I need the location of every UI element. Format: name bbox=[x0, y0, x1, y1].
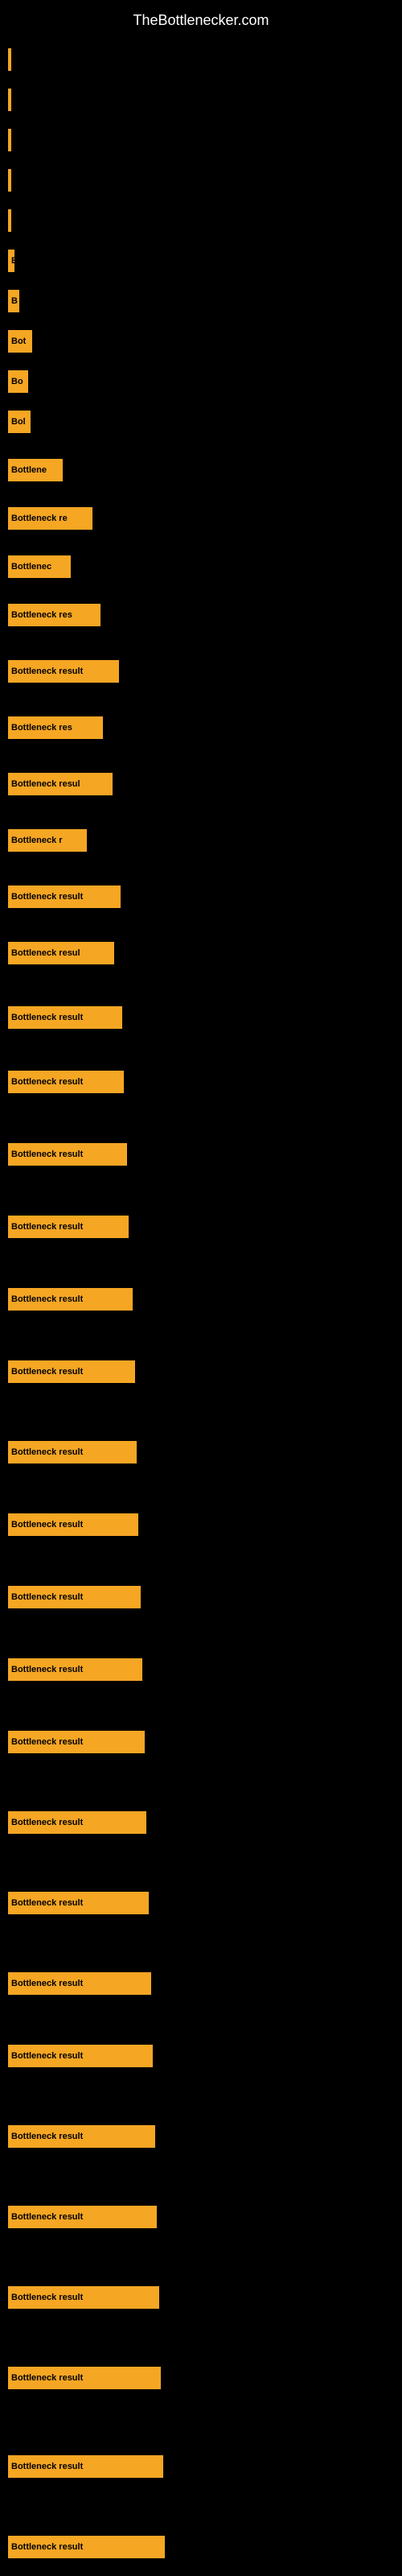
bottleneck-bar: Bottleneck result bbox=[8, 2206, 157, 2228]
bottleneck-bar: Bottleneck result bbox=[8, 1216, 129, 1238]
bottleneck-bar: Bottleneck result bbox=[8, 1731, 145, 1753]
bottleneck-bar: Bottleneck resul bbox=[8, 773, 113, 795]
bottleneck-bar: Bottleneck result bbox=[8, 2286, 159, 2309]
bottleneck-bar: E bbox=[8, 250, 14, 272]
bottleneck-bar: Bottlene bbox=[8, 459, 63, 481]
bottleneck-bar: Bottleneck result bbox=[8, 1892, 149, 1914]
bottleneck-bar: | bbox=[8, 209, 11, 232]
bottleneck-bar: Bo bbox=[8, 370, 28, 393]
bottleneck-bar: Bottleneck res bbox=[8, 716, 103, 739]
bottleneck-bar: Bottleneck result bbox=[8, 2536, 165, 2558]
bottleneck-bar: Bottleneck result bbox=[8, 1071, 124, 1093]
bottleneck-bar: Bottleneck result bbox=[8, 2125, 155, 2148]
bottleneck-bar: Bottleneck re bbox=[8, 507, 92, 530]
bottleneck-bar: Bottleneck result bbox=[8, 2367, 161, 2389]
bottleneck-bar: Bottleneck res bbox=[8, 604, 100, 626]
bottleneck-bar: Bottleneck result bbox=[8, 1811, 146, 1834]
bottleneck-bar: | bbox=[8, 129, 11, 151]
bottleneck-bar: Bottleneck result bbox=[8, 1360, 135, 1383]
bottleneck-bar: Bottleneck result bbox=[8, 1441, 137, 1463]
bottleneck-bar: B bbox=[8, 290, 19, 312]
bottleneck-bar: Bottleneck result bbox=[8, 1143, 127, 1166]
bottleneck-bar: Bottleneck result bbox=[8, 1288, 133, 1311]
bottleneck-bar: Bol bbox=[8, 411, 31, 433]
bottleneck-bar: Bottleneck result bbox=[8, 1513, 138, 1536]
bottleneck-bar: Bottleneck r bbox=[8, 829, 87, 852]
bottleneck-bar: Bottleneck result bbox=[8, 886, 121, 908]
bottleneck-bar: Bottleneck result bbox=[8, 1972, 151, 1995]
bottleneck-bar: Bottleneck result bbox=[8, 2045, 153, 2067]
bottleneck-bar: Bot bbox=[8, 330, 32, 353]
bottleneck-bar: | bbox=[8, 48, 11, 71]
bottleneck-bar: Bottleneck result bbox=[8, 1658, 142, 1681]
bottleneck-bar: Bottleneck result bbox=[8, 660, 119, 683]
bottleneck-bar: Bottleneck result bbox=[8, 1586, 141, 1608]
bottleneck-bar: Bottleneck result bbox=[8, 2455, 163, 2478]
bottleneck-bar: | bbox=[8, 89, 11, 111]
bottleneck-bar: | bbox=[8, 169, 11, 192]
bottleneck-bar: Bottlenec bbox=[8, 555, 71, 578]
bottleneck-bar: Bottleneck resul bbox=[8, 942, 114, 964]
site-title: TheBottlenecker.com bbox=[0, 4, 402, 37]
bottleneck-bar: Bottleneck result bbox=[8, 1006, 122, 1029]
